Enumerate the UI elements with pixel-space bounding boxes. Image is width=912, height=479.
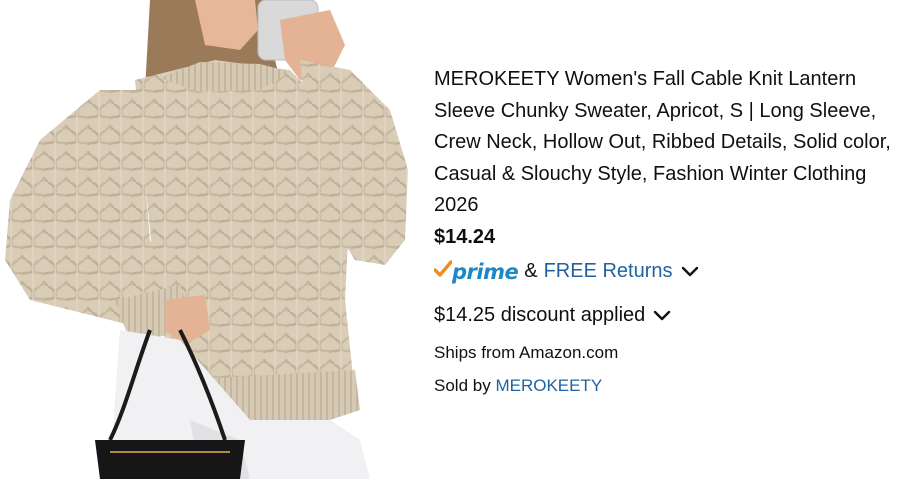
prime-delivery-row: prime & FREE Returns bbox=[433, 258, 894, 286]
product-price: $14.24 bbox=[434, 225, 496, 248]
product-title[interactable]: MEROKEETY Women's Fall Cable Knit Lanter… bbox=[434, 64, 894, 222]
free-returns-link[interactable]: FREE Returns bbox=[544, 260, 673, 283]
sold-by: Sold by MEROKEETY bbox=[434, 375, 894, 397]
chevron-down-icon[interactable] bbox=[653, 310, 671, 322]
product-info: MEROKEETY Women's Fall Cable Knit Lanter… bbox=[433, 64, 894, 397]
chevron-down-icon[interactable] bbox=[681, 266, 699, 278]
sold-by-prefix: Sold by bbox=[434, 375, 491, 395]
ships-from: Ships from Amazon.com bbox=[434, 342, 619, 362]
discount-row[interactable]: $14.25 discount applied bbox=[434, 302, 894, 330]
prime-label: prime bbox=[452, 259, 519, 284]
sweater-photo bbox=[5, 0, 408, 479]
prime-badge: prime bbox=[433, 259, 519, 284]
discount-label: $14.25 discount applied bbox=[434, 304, 646, 326]
product-image[interactable] bbox=[0, 0, 412, 479]
ampersand: & bbox=[524, 260, 538, 282]
checkmark-icon bbox=[433, 259, 453, 284]
seller-link[interactable]: MEROKEETY bbox=[495, 376, 602, 395]
